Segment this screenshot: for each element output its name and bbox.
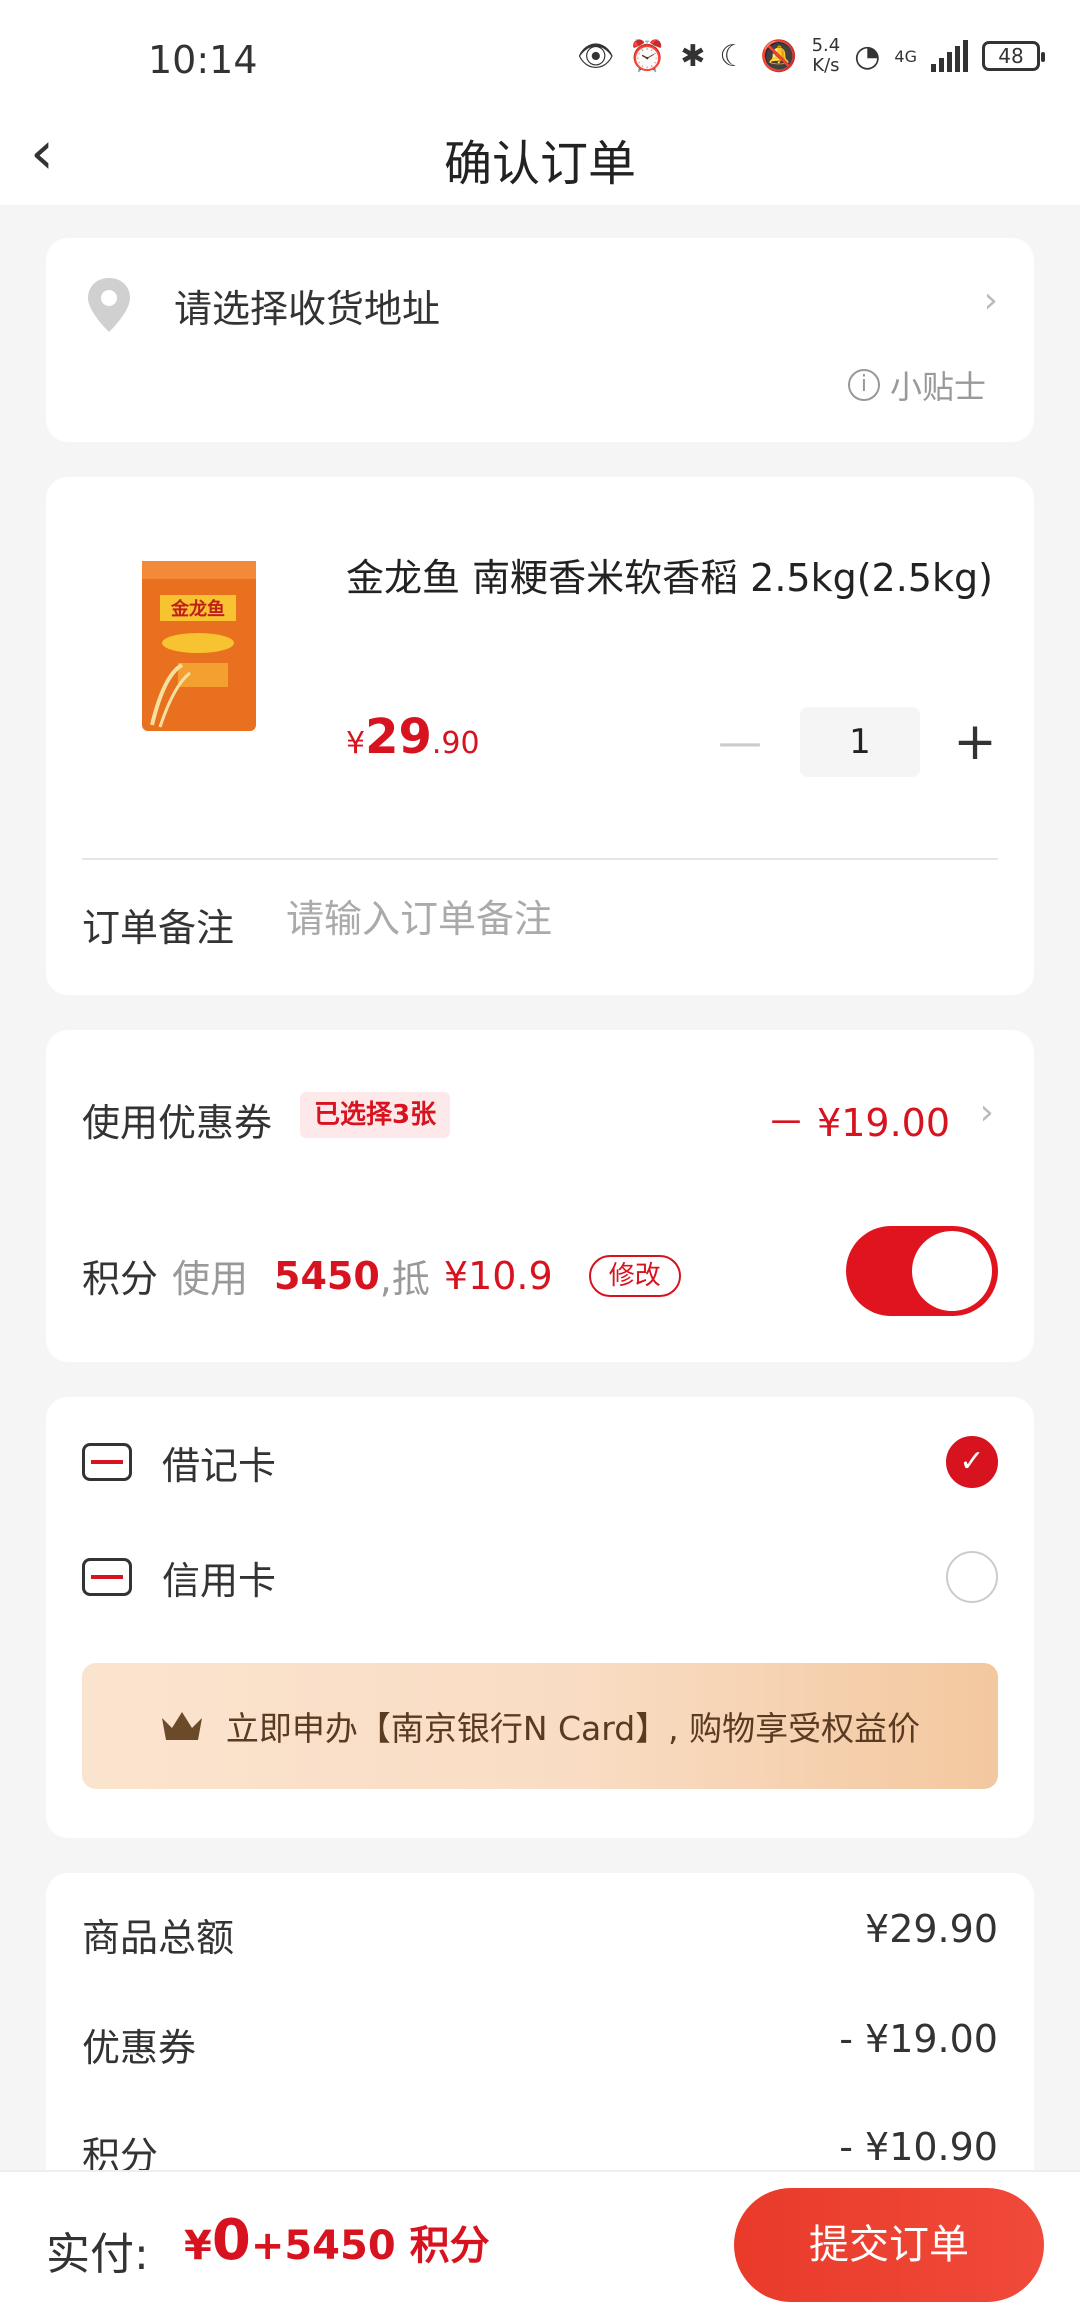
page-title: 确认订单 [443, 136, 636, 192]
wifi-icon: ◔ [854, 38, 881, 74]
debit-card-icon [82, 1443, 132, 1481]
payment-method-name: 信用卡 [162, 1558, 277, 1603]
pay-label: 实付: [46, 2229, 149, 2280]
payment-card: 借记卡 ✓ 信用卡 立即申办【南京银行N Card】, 购物享受权益价 [46, 1397, 1034, 1838]
submit-order-button[interactable]: 提交订单 [734, 2188, 1044, 2302]
summary-row: 优惠券 - ¥19.00 [82, 2017, 998, 2070]
address-label: 请选择收货地址 [174, 287, 441, 331]
points-label: 积分 [82, 1257, 159, 1301]
location-pin-icon [88, 278, 130, 332]
radio-unselected-icon[interactable] [946, 1551, 998, 1603]
coupon-amount[interactable]: － ¥19.00 [767, 1092, 950, 1147]
toggle-knob [912, 1231, 992, 1311]
points-use-label: 使用 [172, 1257, 249, 1301]
crown-icon [161, 1712, 202, 1740]
coupon-label[interactable]: 使用优惠券 [82, 1092, 272, 1147]
summary-row: 商品总额 ¥29.90 [82, 1907, 998, 1960]
payment-option-debit[interactable]: 借记卡 ✓ [82, 1427, 998, 1497]
status-time: 10:14 [148, 38, 258, 82]
net-speed: 5.4 K/s [811, 35, 841, 76]
increase-button[interactable]: + [950, 712, 1000, 772]
signal-icon [931, 40, 968, 72]
decrease-button[interactable]: — [710, 717, 770, 768]
payment-method-name: 借记卡 [162, 1443, 277, 1488]
chevron-right-icon: › [983, 280, 998, 321]
bluetooth-icon: ✱ [680, 38, 706, 74]
tip-link[interactable]: i 小贴士 [847, 362, 986, 408]
page-header: ‹ 确认订单 [0, 110, 1080, 205]
svg-text:金龙鱼: 金龙鱼 [170, 598, 225, 620]
coupon-badge: 已选择3张 [300, 1092, 451, 1138]
radio-selected-icon[interactable]: ✓ [946, 1436, 998, 1488]
points-value: 5450 [274, 1253, 380, 1298]
discount-card: 使用优惠券 已选择3张 － ¥19.00 › 积分 使用 5450 ,抵 ¥10… [46, 1030, 1034, 1362]
points-toggle[interactable] [846, 1226, 998, 1316]
quantity-value[interactable]: 1 [800, 707, 920, 777]
points-offset: ¥10.9 [443, 1253, 553, 1298]
pay-total: ¥0+5450 积分 [184, 2208, 490, 2273]
network-type: 4G [894, 46, 917, 66]
battery-icon: 48 [982, 41, 1045, 71]
status-icons: 👁 ⏰ ✱ ☾ 🔕 5.4 K/s ◔ 4G 48 [576, 35, 1045, 76]
info-icon: i [847, 369, 880, 401]
points-line: 积分 使用 5450 ,抵 ¥10.9 修改 [82, 1248, 681, 1303]
divider [82, 858, 998, 860]
eye-icon: 👁 [576, 38, 615, 74]
quantity-stepper: — 1 + [710, 707, 1000, 777]
tip-label: 小贴士 [889, 368, 986, 406]
remark-input[interactable] [286, 889, 986, 949]
product-name: 金龙鱼 南粳香米软香稻 2.5kg(2.5kg) [346, 556, 993, 600]
modify-points-button[interactable]: 修改 [588, 1254, 681, 1297]
product-card: 金龙鱼 金龙鱼 南粳香米软香稻 2.5kg(2.5kg) ¥29.90 — 1 … [46, 477, 1034, 995]
banner-text: 立即申办【南京银行N Card】, 购物享受权益价 [225, 1709, 921, 1748]
product-image: 金龙鱼 [142, 561, 256, 731]
credit-card-icon [82, 1558, 132, 1596]
checkout-bar: 实付: ¥0+5450 积分 提交订单 [0, 2170, 1080, 2310]
chevron-right-icon[interactable]: › [980, 1092, 994, 1133]
address-card[interactable]: 请选择收货地址 › i 小贴士 [46, 238, 1034, 442]
product-price: ¥29.90 [346, 709, 480, 765]
mute-icon: 🔕 [760, 38, 798, 74]
points-offset-label: ,抵 [379, 1257, 430, 1301]
payment-option-credit[interactable]: 信用卡 [82, 1542, 998, 1612]
remark-label: 订单备注 [82, 906, 235, 950]
moon-icon: ☾ [719, 38, 747, 74]
card-promo-banner[interactable]: 立即申办【南京银行N Card】, 购物享受权益价 [82, 1663, 998, 1789]
alarm-icon: ⏰ [628, 38, 667, 74]
status-bar: 10:14 👁 ⏰ ✱ ☾ 🔕 5.4 K/s ◔ 4G 48 [0, 0, 1080, 110]
summary-card: 商品总额 ¥29.90 优惠券 - ¥19.00 积分 - ¥10.90 [46, 1873, 1034, 2193]
